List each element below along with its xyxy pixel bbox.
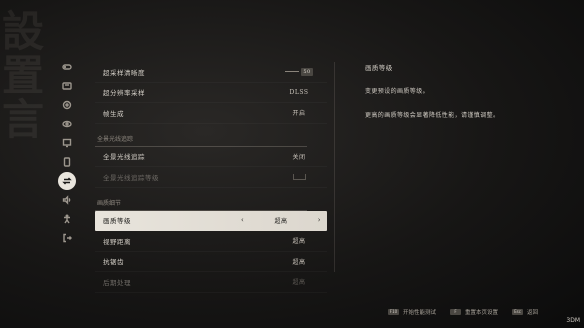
list-scrollbar[interactable] bbox=[334, 62, 335, 272]
setting-row-quality-level[interactable]: 画质等级 ‹ 超高 › bbox=[95, 210, 327, 231]
description-title: 画质等级 bbox=[365, 64, 393, 72]
setting-label: 帧生成 bbox=[103, 109, 124, 118]
accessibility-icon bbox=[64, 214, 70, 224]
calligraphy-char: 置 bbox=[2, 51, 45, 100]
phone-icon bbox=[63, 157, 71, 167]
setting-value: 超高 bbox=[274, 217, 288, 225]
watermark-logo: 3DM bbox=[566, 317, 580, 324]
key-hint: F bbox=[450, 309, 462, 315]
section-header-quality-detail: 画质细节 bbox=[95, 188, 307, 211]
description-text: 变更预设的画质等级。 bbox=[365, 88, 430, 95]
back-button[interactable]: Esc 返回 bbox=[512, 308, 538, 316]
disabled-control-icon bbox=[292, 173, 306, 180]
footer-hints: F10 开始性能测试 F 重置本页设置 Esc 返回 bbox=[388, 308, 538, 316]
rail-item-graphics[interactable] bbox=[58, 172, 76, 190]
setting-row-super-resolution[interactable]: 超分辨率采样 DLSS bbox=[95, 83, 327, 104]
reset-page-button[interactable]: F 重置本页设置 bbox=[450, 308, 498, 316]
rail-item-audio[interactable] bbox=[58, 191, 76, 209]
speaker-icon bbox=[62, 195, 71, 205]
setting-value: 超高 bbox=[292, 238, 306, 246]
description-panel: 画质等级 变更预设的画质等级。 更高的画质等级会显著降低性能，请谨慎调整。 bbox=[365, 62, 565, 134]
arrow-left-icon[interactable]: ‹ bbox=[241, 216, 244, 224]
setting-row-supersampling-sharpness[interactable]: 超采样清晰度 50 bbox=[95, 62, 327, 83]
rail-item-visibility[interactable] bbox=[58, 115, 76, 133]
sharpness-slider[interactable]: 50 bbox=[285, 67, 313, 76]
setting-label: 超采样清晰度 bbox=[103, 68, 145, 77]
description-warning: 更高的画质等级会显著降低性能，请谨慎调整。 bbox=[365, 112, 500, 119]
swap-icon bbox=[62, 177, 72, 185]
setting-value: DLSS bbox=[289, 88, 309, 96]
key-hint: Esc bbox=[512, 309, 524, 315]
setting-row-post-processing[interactable]: 后期处理 超高 bbox=[95, 272, 327, 293]
rail-item-camera[interactable] bbox=[58, 96, 76, 114]
setting-label: 超分辨率采样 bbox=[103, 89, 145, 98]
setting-value: 关闭 bbox=[292, 153, 306, 161]
rail-item-controls[interactable] bbox=[58, 58, 76, 76]
setting-label: 全景光线追踪等级 bbox=[103, 173, 159, 182]
settings-category-rail bbox=[58, 58, 76, 248]
settings-list: 超采样清晰度 50 超分辨率采样 DLSS 帧生成 开启 全景光线追踪 全景光线… bbox=[95, 62, 327, 293]
setting-label: 抗锯齿 bbox=[103, 258, 124, 267]
setting-label: 后期处理 bbox=[103, 278, 131, 287]
monitor-icon bbox=[62, 138, 72, 148]
rail-item-screen[interactable] bbox=[58, 134, 76, 152]
setting-row-frame-generation[interactable]: 帧生成 开启 bbox=[95, 103, 327, 124]
rail-item-exit[interactable] bbox=[58, 229, 76, 247]
exit-icon bbox=[63, 233, 72, 243]
calligraphy-char: 設 bbox=[2, 7, 45, 56]
setting-row-anti-aliasing[interactable]: 抗锯齿 超高 bbox=[95, 252, 327, 273]
setting-row-view-distance[interactable]: 视野距离 超高 bbox=[95, 231, 327, 252]
slider-value: 50 bbox=[301, 67, 313, 76]
setting-value: 超高 bbox=[292, 258, 306, 266]
hint-label: 开始性能测试 bbox=[403, 310, 437, 316]
setting-value: 超高 bbox=[292, 279, 306, 287]
background-calligraphy: 設 置 言 bbox=[2, 10, 54, 142]
display-icon bbox=[62, 82, 72, 90]
setting-value: 开启 bbox=[292, 110, 306, 118]
calligraphy-char: 言 bbox=[2, 95, 45, 144]
gamepad-icon bbox=[62, 64, 72, 70]
rail-item-device[interactable] bbox=[58, 153, 76, 171]
key-hint: F10 bbox=[388, 309, 399, 315]
rail-item-display[interactable] bbox=[58, 77, 76, 95]
arrow-right-icon[interactable]: › bbox=[318, 216, 321, 224]
rail-item-accessibility[interactable] bbox=[58, 210, 76, 228]
hint-label: 返回 bbox=[527, 310, 539, 316]
hint-label: 重置本页设置 bbox=[465, 310, 499, 316]
setting-label: 画质等级 bbox=[103, 217, 131, 226]
setting-label: 全景光线追踪 bbox=[103, 153, 145, 162]
benchmark-button[interactable]: F10 开始性能测试 bbox=[388, 308, 436, 316]
setting-row-full-ray-tracing[interactable]: 全景光线追踪 关闭 bbox=[95, 147, 327, 168]
eye-icon bbox=[62, 120, 72, 128]
section-header-ray-tracing: 全景光线追踪 bbox=[95, 124, 307, 147]
slider-track bbox=[285, 71, 300, 73]
setting-row-ray-tracing-level: 全景光线追踪等级 bbox=[95, 167, 327, 188]
setting-label: 视野距离 bbox=[103, 237, 131, 246]
circle-dot-icon bbox=[62, 100, 72, 110]
